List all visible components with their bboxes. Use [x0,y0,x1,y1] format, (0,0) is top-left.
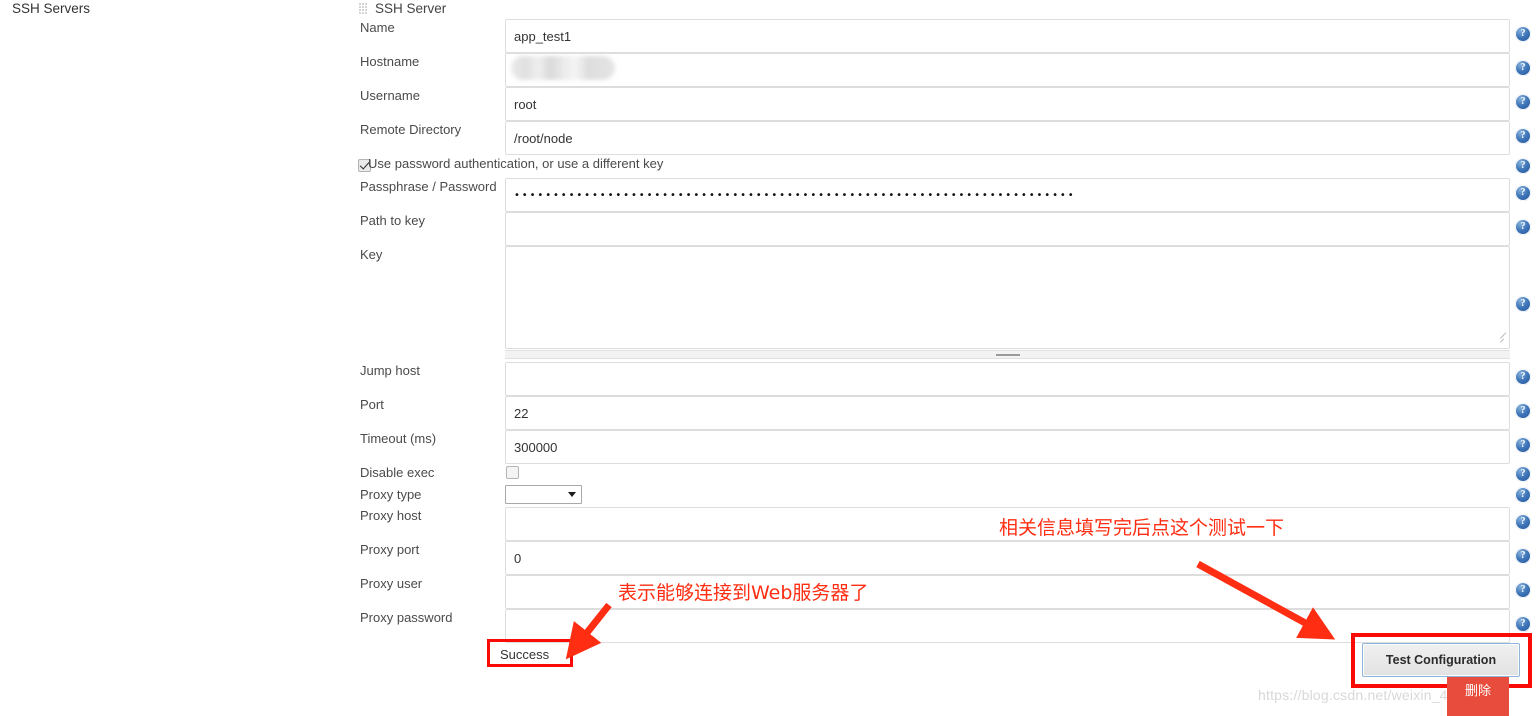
proxy-user-input[interactable] [505,575,1510,609]
help-icon-proxy-user[interactable]: ? [1515,582,1531,598]
label-disable-exec: Disable exec [360,465,435,480]
label-remote-directory: Remote Directory [360,122,462,137]
proxy-host-input[interactable] [505,507,1510,541]
label-proxy-port: Proxy port [360,542,420,557]
remote-directory-input[interactable] [505,121,1510,155]
label-proxy-password: Proxy password [360,610,453,625]
timeout-input[interactable] [505,430,1510,464]
label-proxy-user: Proxy user [360,576,423,591]
help-icon-name[interactable]: ? [1515,26,1531,42]
label-path-to-key: Path to key [360,213,426,228]
left-navigation-pane: SSH Servers [0,0,345,716]
ssh-servers-heading: SSH Servers [12,1,91,16]
proxy-type-select[interactable] [505,485,582,504]
passphrase-masked-value: ••••••••••••••••••••••••••••••••••••••••… [514,190,1076,201]
help-icon-hostname[interactable]: ? [1515,60,1531,76]
path-to-key-input[interactable] [505,212,1510,246]
proxy-port-input[interactable] [505,541,1510,575]
passphrase-input[interactable]: ••••••••••••••••••••••••••••••••••••••••… [505,178,1510,212]
hostname-input[interactable] [505,53,1510,87]
help-icon-username[interactable]: ? [1515,94,1531,110]
label-port: Port [360,397,384,412]
drag-handle-icon[interactable] [359,3,368,15]
help-icon-key[interactable]: ? [1515,296,1531,312]
disable-exec-checkbox[interactable] [506,466,519,479]
help-icon-remote-directory[interactable]: ? [1515,128,1531,144]
ssh-server-configuration-page: SSH Servers SSH Server Name Hostname Use… [0,0,1539,716]
username-input[interactable] [505,87,1510,121]
status-badge: Success [500,647,550,662]
help-icon-proxy-type[interactable]: ? [1515,487,1531,503]
label-timeout: Timeout (ms) [360,431,437,446]
help-icon-jump-host[interactable]: ? [1515,369,1531,385]
help-icon-path-to-key[interactable]: ? [1515,219,1531,235]
auth-checkbox-row: Use password authentication, or use a di… [345,156,1539,176]
label-key: Key [360,247,383,262]
chevron-down-icon [568,492,576,497]
help-icon-proxy-host[interactable]: ? [1515,514,1531,530]
delete-button[interactable]: 删除 [1447,677,1509,716]
success-status-highlight: Success [487,639,573,667]
label-proxy-type: Proxy type [360,487,422,502]
ssh-server-form-panel: SSH Server Name Hostname Username Remote… [345,0,1539,716]
name-input[interactable] [505,19,1510,53]
key-textarea[interactable] [505,246,1510,349]
panel-title-label: SSH Server [375,1,447,16]
label-passphrase: Passphrase / Password [360,179,497,194]
test-configuration-button[interactable]: Test Configuration [1362,643,1520,677]
label-username: Username [360,88,420,103]
label-proxy-host: Proxy host [360,508,422,523]
jump-host-input[interactable] [505,362,1510,396]
help-icon-passphrase[interactable]: ? [1515,185,1531,201]
help-icon-disable-exec[interactable]: ? [1515,466,1531,482]
help-icon-port[interactable]: ? [1515,403,1531,419]
label-jump-host: Jump host [360,363,420,378]
help-icon-proxy-password[interactable]: ? [1515,616,1531,632]
panel-splitter-handle[interactable] [995,354,1020,356]
help-icon-use-password-auth[interactable]: ? [1515,158,1531,174]
port-input[interactable] [505,396,1510,430]
label-hostname: Hostname [360,54,420,69]
hostname-redaction-blur [511,56,615,80]
help-icon-proxy-port[interactable]: ? [1515,548,1531,564]
help-icon-timeout[interactable]: ? [1515,437,1531,453]
use-password-auth-label: Use password authentication, or use a di… [368,156,664,171]
label-name: Name [360,20,395,35]
panel-title: SSH Server [359,0,446,18]
panel-splitter[interactable] [505,350,1510,359]
